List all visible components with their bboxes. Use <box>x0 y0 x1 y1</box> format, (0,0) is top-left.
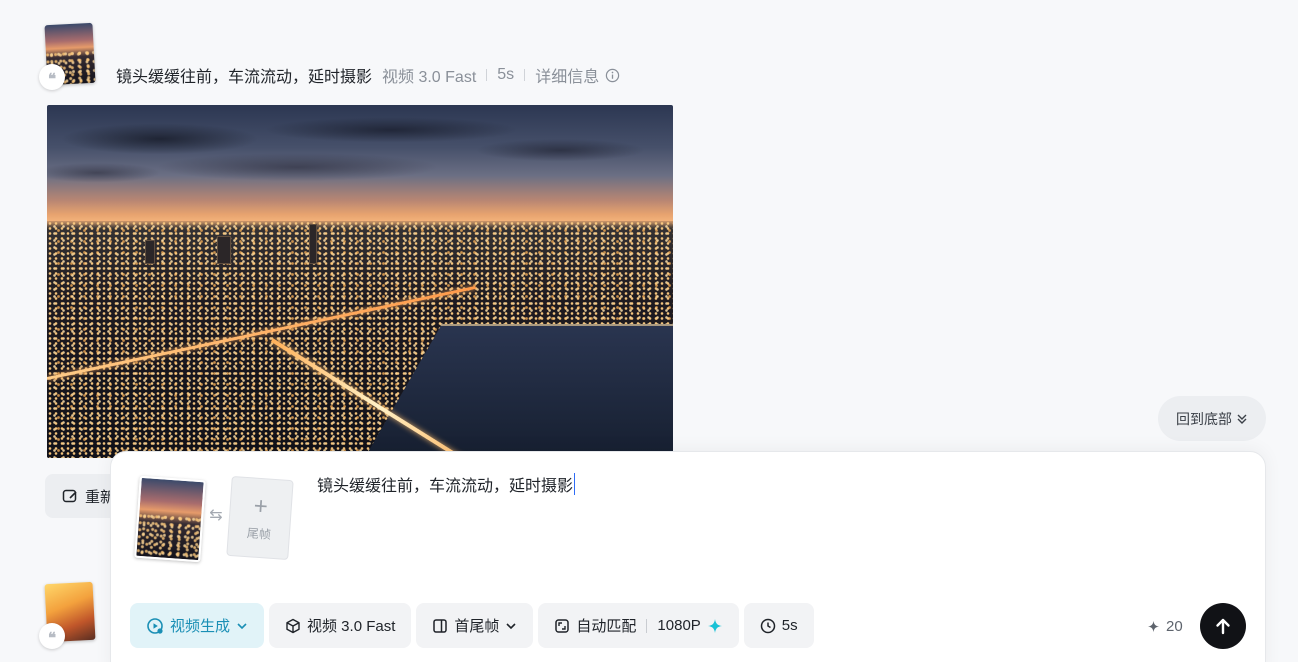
prompt-text: 镜头缓缓往前，车流流动，延时摄影 <box>317 478 574 495</box>
frames-select[interactable]: 首尾帧 <box>416 603 534 648</box>
video-building <box>309 223 317 264</box>
aspect-icon <box>555 618 570 633</box>
prompt-composer: ⇆ + 尾帧 镜头缓缓往前，车流流动，延时摄影 视频生成 视频 3.0 Fast… <box>110 451 1266 662</box>
history-duration: 5s <box>497 66 515 83</box>
video-gen-icon <box>147 617 163 634</box>
prompt-input[interactable]: 镜头缓缓往前，车流流动，延时摄影 <box>317 472 576 496</box>
clock-icon <box>760 618 776 633</box>
edit-icon <box>62 489 77 503</box>
first-frame-image[interactable] <box>134 475 206 563</box>
divider <box>524 69 526 81</box>
model-label: 视频 3.0 Fast <box>307 618 396 635</box>
generated-video[interactable] <box>47 105 673 458</box>
duration-label: 5s <box>781 617 798 634</box>
frames-icon <box>433 618 448 633</box>
chevron-down-icon <box>506 622 516 629</box>
info-icon[interactable] <box>605 68 620 83</box>
text-caret <box>574 473 576 495</box>
mode-select[interactable]: 视频生成 <box>130 603 265 648</box>
history-prompt-line: 镜头缓缓往前，车流流动，延时摄影 视频 3.0 Fast 5s 详细信息 <box>116 63 620 87</box>
ratio-label: 自动匹配 <box>576 618 637 635</box>
sparkle-icon <box>707 618 722 633</box>
mode-label: 视频生成 <box>170 618 231 635</box>
back-to-bottom-label: 回到底部 <box>1176 410 1232 427</box>
ratio-resolution-select[interactable]: 自动匹配 1080P <box>538 603 739 648</box>
model-select[interactable]: 视频 3.0 Fast <box>269 603 412 648</box>
last-frame-upload[interactable]: + 尾帧 <box>226 475 294 561</box>
swap-icon[interactable]: ⇆ <box>207 507 225 525</box>
resolution-label: 1080P <box>657 617 701 634</box>
video-building <box>217 235 231 264</box>
back-to-bottom-button[interactable]: 回到底部 <box>1158 396 1266 441</box>
video-building <box>145 239 155 264</box>
quote-icon[interactable]: ❝ <box>39 623 65 649</box>
last-frame-label: 尾帧 <box>246 525 272 542</box>
duration-select[interactable]: 5s <box>743 603 814 648</box>
cube-icon <box>286 618 300 633</box>
history-prompt[interactable]: 镜头缓缓往前，车流流动，延时摄影 <box>116 63 372 87</box>
details-link[interactable]: 详细信息 <box>535 63 599 87</box>
frames-label: 首尾帧 <box>454 618 500 635</box>
chevron-double-down-icon <box>1237 414 1247 424</box>
credits-value: 20 <box>1166 617 1183 635</box>
sparkle-icon <box>1147 620 1160 632</box>
send-button[interactable] <box>1200 603 1246 649</box>
history-model: 视频 3.0 Fast <box>382 69 477 86</box>
plus-icon: + <box>252 492 269 520</box>
credits-cost: 20 <box>1147 614 1183 638</box>
divider <box>486 69 488 81</box>
arrow-up-icon <box>1216 618 1230 635</box>
video-sky <box>47 105 673 218</box>
chat-page: ❝ 镜头缓缓往前，车流流动，延时摄影 视频 3.0 Fast 5s 详细信息 重… <box>0 0 1298 662</box>
quote-icon[interactable]: ❝ <box>39 64 65 90</box>
chevron-down-icon <box>237 622 247 629</box>
composer-toolbar: 视频生成 视频 3.0 Fast 首尾帧 自动匹配 1080P 5s <box>130 603 814 649</box>
divider <box>646 618 648 633</box>
